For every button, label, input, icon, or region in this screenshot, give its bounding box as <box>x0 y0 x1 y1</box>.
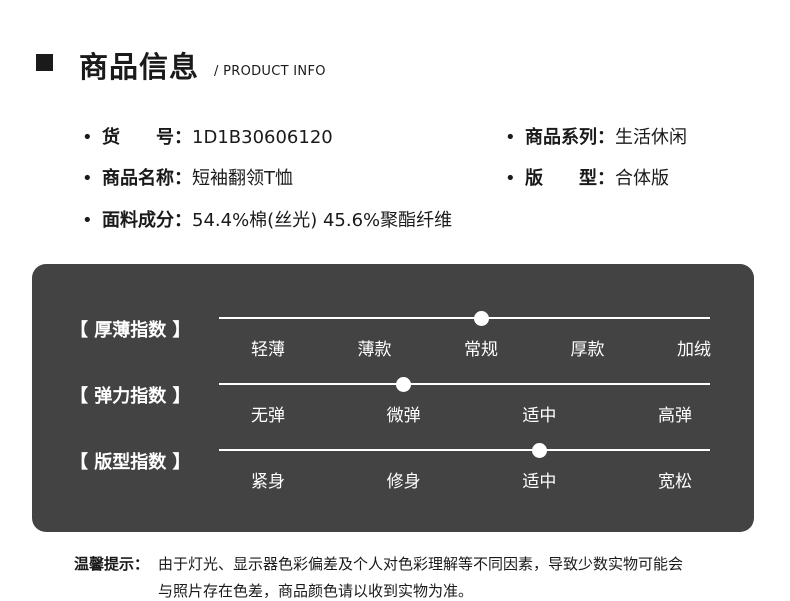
index-track <box>219 317 710 319</box>
index-tick-label: 微弹 <box>386 406 421 426</box>
info-label: 商品名称： <box>102 168 192 189</box>
index-tick-label: 加绒 <box>677 340 711 360</box>
info-label: 货 号： <box>102 127 192 148</box>
index-title: 【 厚薄指数 】 <box>70 320 191 341</box>
index-track <box>219 449 710 451</box>
info-fabric: • 面料成分：54.4%棉(丝光) 45.6%聚酯纤维 <box>82 210 452 232</box>
index-tick-label: 宽松 <box>658 472 692 492</box>
info-value: 54.4%棉(丝光) 45.6%聚酯纤维 <box>192 210 453 231</box>
tip-label: 温馨提示： <box>74 555 150 573</box>
index-tick-label: 适中 <box>522 472 557 492</box>
index-title: 【 版型指数 】 <box>70 452 191 473</box>
info-item-no: • 货 号：1D1B30606120 <box>82 127 333 149</box>
info-fit-type: • 版 型：合体版 <box>505 168 669 190</box>
bullet-icon: • <box>82 168 93 189</box>
index-tick-label: 高弹 <box>658 406 692 426</box>
index-tick-label: 修身 <box>386 472 421 492</box>
index-track <box>219 383 710 385</box>
header-square-icon <box>36 54 53 71</box>
index-tick-label: 薄款 <box>357 340 392 360</box>
info-series: • 商品系列：生活休闲 <box>505 127 687 149</box>
info-value: 合体版 <box>615 168 669 189</box>
section-title: 商品信息 <box>79 50 200 84</box>
bullet-icon: • <box>82 210 93 231</box>
info-value: 生活休闲 <box>615 127 687 148</box>
index-tick-label: 厚款 <box>570 340 605 360</box>
index-knob <box>473 310 489 326</box>
index-tick-label: 紧身 <box>251 472 285 492</box>
tip-text-line-1: 由于灯光、显示器色彩偏差及个人对色彩理解等不同因素，导致少数实物可能会 <box>158 555 684 573</box>
tip-text-line-2: 与照片存在色差，商品颜色请以收到实物为准。 <box>158 582 474 600</box>
index-tick-label: 轻薄 <box>251 340 285 360</box>
index-tick-label: 无弹 <box>251 406 285 426</box>
index-tick-label: 常规 <box>464 340 498 360</box>
info-label: 版 型： <box>525 168 615 189</box>
section-subtitle: / PRODUCT INFO <box>214 64 326 79</box>
info-label: 商品系列： <box>525 127 615 148</box>
info-value: 1D1B30606120 <box>192 127 333 148</box>
info-name: • 商品名称：短袖翻领T恤 <box>82 168 293 190</box>
bullet-icon: • <box>505 168 516 189</box>
index-knob <box>396 376 412 392</box>
index-knob <box>531 442 547 458</box>
index-title: 【 弹力指数 】 <box>70 386 191 407</box>
bullet-icon: • <box>82 127 93 148</box>
bullet-icon: • <box>505 127 516 148</box>
info-label: 面料成分： <box>102 210 192 231</box>
index-tick-label: 适中 <box>522 406 557 426</box>
info-value: 短袖翻领T恤 <box>192 168 293 189</box>
